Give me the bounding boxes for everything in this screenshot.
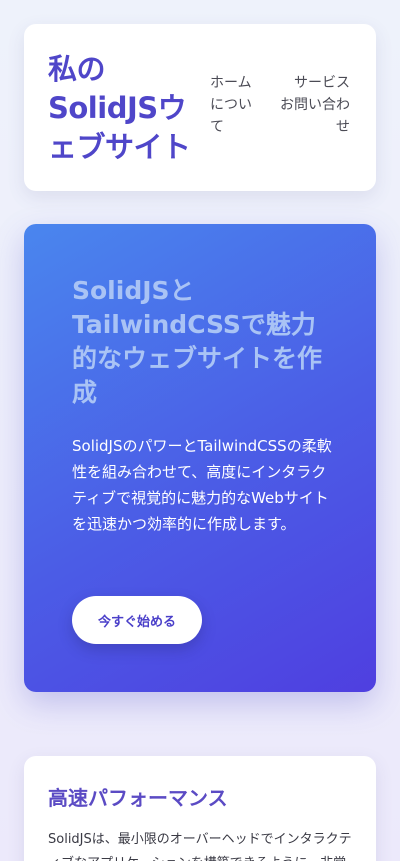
feature-text: SolidJSは、最小限のオーバーヘッドでインタラクティブなアプリケーションを構… bbox=[48, 832, 352, 861]
site-header: 私のSolidJSウェブサイト ホーム について サービス お問い合わせ bbox=[24, 24, 376, 191]
nav-link-home[interactable]: ホーム bbox=[210, 72, 256, 94]
hero-title: SolidJSとTailwindCSSで魅力的なウェブサイトを作成 bbox=[72, 276, 323, 407]
feature-card: 高速パフォーマンス SolidJSは、最小限のオーバーヘッドでインタラクティブな… bbox=[24, 756, 376, 861]
hero-section: SolidJSとTailwindCSSで魅力的なウェブサイトを作成 SolidJ… bbox=[24, 224, 376, 692]
nav-link-about[interactable]: について bbox=[210, 94, 256, 138]
hero-description: SolidJSのパワーとTailwindCSSの柔軟性を組み合わせて、高度にイン… bbox=[72, 437, 332, 533]
main-nav: ホーム について サービス お問い合わせ bbox=[24, 72, 376, 162]
get-started-button[interactable]: 今すぐ始める bbox=[72, 596, 202, 644]
nav-link-services[interactable]: サービス bbox=[270, 72, 350, 94]
feature-title: 高速パフォーマンス bbox=[48, 786, 228, 810]
nav-link-contact[interactable]: お問い合わせ bbox=[270, 94, 350, 138]
